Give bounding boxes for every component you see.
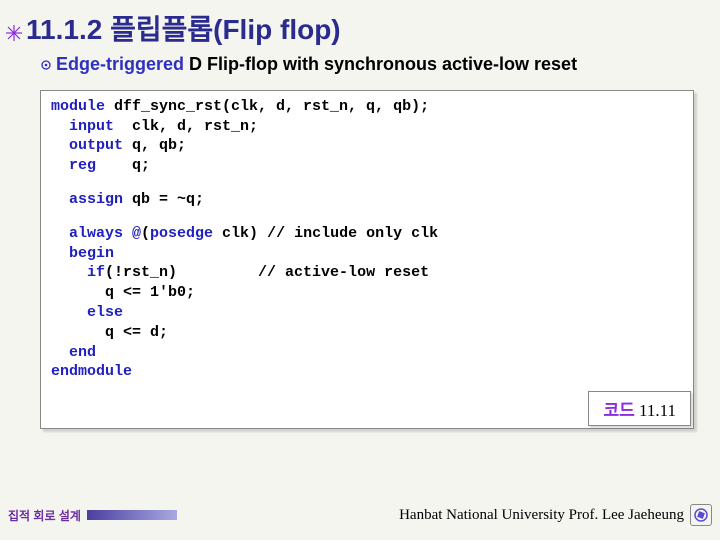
badge-number: 11.11 xyxy=(635,401,676,420)
kw: reg xyxy=(51,157,96,174)
code-text: qb = ~q; xyxy=(123,191,204,208)
kw: output xyxy=(51,137,123,154)
slide-footer: 집적 회로 설계 Hanbat National University Prof… xyxy=(0,504,720,526)
badge-label: 코드 xyxy=(603,401,634,420)
code-text: clk, d, rst_n; xyxy=(114,118,258,135)
code-text: ( xyxy=(141,225,150,242)
footer-left-text: 집적 회로 설계 xyxy=(8,507,81,524)
heading-bullet-icon xyxy=(6,16,22,32)
kw: always @ xyxy=(51,225,141,242)
comment: // include only clk xyxy=(267,225,438,242)
code-text: q <= 1'b0; xyxy=(51,284,195,301)
kw: else xyxy=(51,304,123,321)
kw: posedge xyxy=(150,225,213,242)
code-text: q <= d; xyxy=(51,324,168,341)
code-text: dff_sync_rst(clk, d, rst_n, q, qb); xyxy=(105,98,429,115)
code-text: q; xyxy=(96,157,150,174)
code-text: (!rst_n) xyxy=(105,264,258,281)
code-text: q, qb; xyxy=(123,137,186,154)
subhead-bullet-icon xyxy=(40,55,52,76)
section-heading: 11.1.2 플립플롭(Flip flop) xyxy=(0,0,720,54)
kw: begin xyxy=(51,245,114,262)
kw: input xyxy=(51,118,114,135)
kw: module xyxy=(51,98,105,115)
code-label-badge: 코드 11.11 xyxy=(588,391,691,426)
footer-bar-icon xyxy=(87,510,177,520)
code-block: module dff_sync_rst(clk, d, rst_n, q, qb… xyxy=(41,91,693,428)
code-text: clk) xyxy=(213,225,267,242)
comment: // active-low reset xyxy=(258,264,429,281)
university-logo-icon xyxy=(690,504,712,526)
footer-right-text: Hanbat National University Prof. Lee Jae… xyxy=(399,507,684,524)
heading-text: 11.1.2 플립플롭(Flip flop) xyxy=(26,14,341,45)
kw: endmodule xyxy=(51,363,132,380)
subhead-rest: D Flip-flop with synchronous active-low … xyxy=(184,54,577,74)
kw: assign xyxy=(51,191,123,208)
kw: if xyxy=(51,264,105,281)
code-listing: module dff_sync_rst(clk, d, rst_n, q, qb… xyxy=(40,90,694,429)
kw: end xyxy=(51,344,96,361)
subheading: Edge-triggered D Flip-flop with synchron… xyxy=(0,54,720,84)
footer-left: 집적 회로 설계 xyxy=(8,507,177,524)
footer-right: Hanbat National University Prof. Lee Jae… xyxy=(399,504,712,526)
subhead-prefix: Edge-triggered xyxy=(56,54,184,74)
